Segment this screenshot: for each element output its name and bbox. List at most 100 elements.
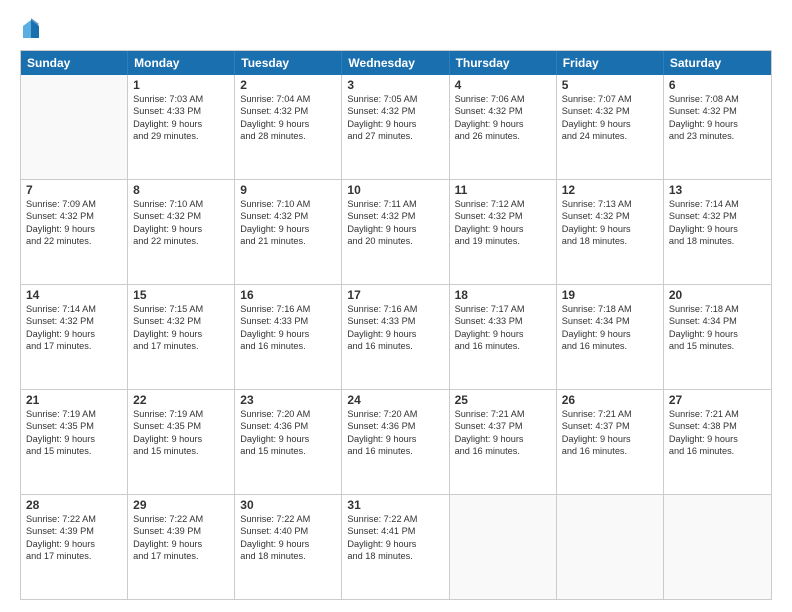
cell-info-line: Daylight: 9 hours xyxy=(669,118,766,130)
day-number: 22 xyxy=(133,393,229,407)
cell-info-line: Daylight: 9 hours xyxy=(562,118,658,130)
cell-info-line: Daylight: 9 hours xyxy=(26,433,122,445)
header-day-tuesday: Tuesday xyxy=(235,51,342,75)
day-number: 27 xyxy=(669,393,766,407)
logo-icon xyxy=(22,18,40,40)
cell-info-line: and 15 minutes. xyxy=(133,445,229,457)
calendar-cell: 17Sunrise: 7:16 AMSunset: 4:33 PMDayligh… xyxy=(342,285,449,389)
day-number: 1 xyxy=(133,78,229,92)
calendar-cell: 27Sunrise: 7:21 AMSunset: 4:38 PMDayligh… xyxy=(664,390,771,494)
calendar-cell: 1Sunrise: 7:03 AMSunset: 4:33 PMDaylight… xyxy=(128,75,235,179)
calendar-cell: 22Sunrise: 7:19 AMSunset: 4:35 PMDayligh… xyxy=(128,390,235,494)
cell-info-line: and 16 minutes. xyxy=(669,445,766,457)
cell-info-line: Sunset: 4:32 PM xyxy=(669,210,766,222)
cell-info-line: and 18 minutes. xyxy=(347,550,443,562)
day-number: 21 xyxy=(26,393,122,407)
cell-info-line: and 19 minutes. xyxy=(455,235,551,247)
cell-info-line: Sunrise: 7:19 AM xyxy=(26,408,122,420)
cell-info-line: and 17 minutes. xyxy=(133,340,229,352)
cell-info-line: and 16 minutes. xyxy=(347,445,443,457)
cell-info-line: and 16 minutes. xyxy=(455,340,551,352)
cell-info-line: and 22 minutes. xyxy=(133,235,229,247)
day-number: 11 xyxy=(455,183,551,197)
day-number: 9 xyxy=(240,183,336,197)
cell-info-line: Daylight: 9 hours xyxy=(669,328,766,340)
cell-info-line: Daylight: 9 hours xyxy=(455,118,551,130)
cell-info-line: Sunset: 4:35 PM xyxy=(26,420,122,432)
cell-info-line: and 24 minutes. xyxy=(562,130,658,142)
calendar-cell: 26Sunrise: 7:21 AMSunset: 4:37 PMDayligh… xyxy=(557,390,664,494)
cell-info-line: Daylight: 9 hours xyxy=(240,538,336,550)
cell-info-line: Sunset: 4:33 PM xyxy=(240,315,336,327)
cell-info-line: Sunrise: 7:18 AM xyxy=(669,303,766,315)
header xyxy=(20,18,772,40)
cell-info-line: Sunset: 4:37 PM xyxy=(455,420,551,432)
cell-info-line: Sunrise: 7:21 AM xyxy=(669,408,766,420)
cell-info-line: Sunset: 4:33 PM xyxy=(455,315,551,327)
cell-info-line: Sunrise: 7:19 AM xyxy=(133,408,229,420)
cell-info-line: Sunset: 4:32 PM xyxy=(26,315,122,327)
cell-info-line: Sunrise: 7:22 AM xyxy=(347,513,443,525)
calendar-cell: 23Sunrise: 7:20 AMSunset: 4:36 PMDayligh… xyxy=(235,390,342,494)
cell-info-line: Daylight: 9 hours xyxy=(347,118,443,130)
day-number: 10 xyxy=(347,183,443,197)
cell-info-line: and 28 minutes. xyxy=(240,130,336,142)
calendar-cell: 24Sunrise: 7:20 AMSunset: 4:36 PMDayligh… xyxy=(342,390,449,494)
cell-info-line: Daylight: 9 hours xyxy=(455,328,551,340)
cell-info-line: Sunrise: 7:22 AM xyxy=(26,513,122,525)
cell-info-line: Daylight: 9 hours xyxy=(133,433,229,445)
day-number: 3 xyxy=(347,78,443,92)
calendar-cell: 30Sunrise: 7:22 AMSunset: 4:40 PMDayligh… xyxy=(235,495,342,599)
cell-info-line: Sunset: 4:32 PM xyxy=(455,210,551,222)
cell-info-line: Daylight: 9 hours xyxy=(562,328,658,340)
day-number: 8 xyxy=(133,183,229,197)
calendar-cell xyxy=(557,495,664,599)
cell-info-line: and 16 minutes. xyxy=(562,445,658,457)
cell-info-line: and 16 minutes. xyxy=(455,445,551,457)
cell-info-line: Daylight: 9 hours xyxy=(133,538,229,550)
calendar-cell xyxy=(664,495,771,599)
cell-info-line: Daylight: 9 hours xyxy=(133,223,229,235)
cell-info-line: Sunset: 4:32 PM xyxy=(455,105,551,117)
header-day-friday: Friday xyxy=(557,51,664,75)
cell-info-line: and 15 minutes. xyxy=(669,340,766,352)
cell-info-line: Sunset: 4:39 PM xyxy=(26,525,122,537)
cell-info-line: Sunrise: 7:05 AM xyxy=(347,93,443,105)
cell-info-line: Sunset: 4:36 PM xyxy=(240,420,336,432)
cell-info-line: and 20 minutes. xyxy=(347,235,443,247)
cell-info-line: and 15 minutes. xyxy=(26,445,122,457)
cell-info-line: and 18 minutes. xyxy=(562,235,658,247)
calendar-cell: 28Sunrise: 7:22 AMSunset: 4:39 PMDayligh… xyxy=(21,495,128,599)
cell-info-line: Sunrise: 7:18 AM xyxy=(562,303,658,315)
header-day-saturday: Saturday xyxy=(664,51,771,75)
day-number: 14 xyxy=(26,288,122,302)
calendar-cell: 31Sunrise: 7:22 AMSunset: 4:41 PMDayligh… xyxy=(342,495,449,599)
day-number: 5 xyxy=(562,78,658,92)
calendar-row-2: 14Sunrise: 7:14 AMSunset: 4:32 PMDayligh… xyxy=(21,284,771,389)
cell-info-line: Sunrise: 7:15 AM xyxy=(133,303,229,315)
day-number: 13 xyxy=(669,183,766,197)
cell-info-line: Daylight: 9 hours xyxy=(26,538,122,550)
day-number: 24 xyxy=(347,393,443,407)
cell-info-line: Sunset: 4:32 PM xyxy=(347,105,443,117)
cell-info-line: Sunset: 4:41 PM xyxy=(347,525,443,537)
cell-info-line: and 18 minutes. xyxy=(240,550,336,562)
cell-info-line: Sunset: 4:34 PM xyxy=(562,315,658,327)
day-number: 2 xyxy=(240,78,336,92)
cell-info-line: and 23 minutes. xyxy=(669,130,766,142)
cell-info-line: Sunrise: 7:17 AM xyxy=(455,303,551,315)
day-number: 17 xyxy=(347,288,443,302)
cell-info-line: and 17 minutes. xyxy=(26,550,122,562)
day-number: 19 xyxy=(562,288,658,302)
calendar-cell: 14Sunrise: 7:14 AMSunset: 4:32 PMDayligh… xyxy=(21,285,128,389)
cell-info-line: and 26 minutes. xyxy=(455,130,551,142)
calendar-row-1: 7Sunrise: 7:09 AMSunset: 4:32 PMDaylight… xyxy=(21,179,771,284)
cell-info-line: Sunrise: 7:22 AM xyxy=(240,513,336,525)
cell-info-line: and 16 minutes. xyxy=(347,340,443,352)
cell-info-line: Daylight: 9 hours xyxy=(347,538,443,550)
calendar-row-3: 21Sunrise: 7:19 AMSunset: 4:35 PMDayligh… xyxy=(21,389,771,494)
cell-info-line: Sunset: 4:36 PM xyxy=(347,420,443,432)
header-day-sunday: Sunday xyxy=(21,51,128,75)
calendar-cell: 19Sunrise: 7:18 AMSunset: 4:34 PMDayligh… xyxy=(557,285,664,389)
cell-info-line: Sunset: 4:32 PM xyxy=(562,105,658,117)
